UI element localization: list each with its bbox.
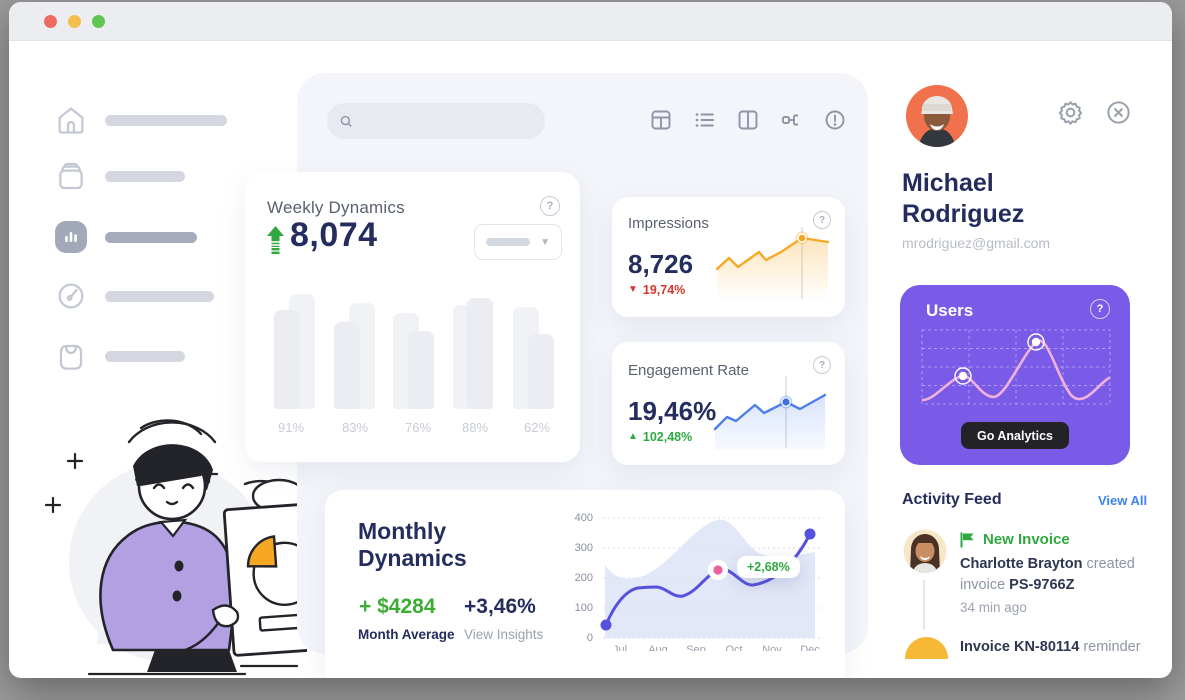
engagement-rate-card: Engagement Rate ? 19,46% ▲ 102,48%: [612, 342, 845, 465]
sidebar-item-performance[interactable]: [55, 280, 87, 317]
bar-label: 83%: [333, 420, 377, 435]
sidebar-label-placeholder: [105, 351, 185, 362]
bar-label: 62%: [515, 420, 559, 435]
weekly-bar: [467, 298, 493, 409]
search-bar[interactable]: [327, 103, 545, 139]
flag-icon: [960, 532, 975, 548]
month-average-value: + $4284: [359, 595, 436, 619]
weekly-bar: [334, 322, 360, 409]
impressions-value: 8,726: [628, 249, 693, 280]
users-chart: [921, 329, 1111, 405]
help-icon[interactable]: ?: [540, 196, 560, 216]
sidebar-label-placeholder: [105, 232, 197, 243]
impressions-card: Impressions ? 8,726 ▼ 19,74%: [612, 197, 845, 317]
bar-label: 91%: [269, 420, 313, 435]
weekly-dynamics-card: Weekly Dynamics ? 8,074 ▼ 91% 83% 76% 88…: [245, 172, 580, 462]
monthly-dynamics-title: Monthly Dynamics: [358, 518, 467, 572]
y-tick: 100: [569, 602, 593, 614]
settings-gear-icon[interactable]: [1057, 99, 1084, 126]
triangle-up-icon: ▲: [628, 432, 638, 442]
feed-connector-line: [923, 580, 925, 630]
bar-chart-icon: [62, 228, 80, 246]
chart-tooltip: +2,68%: [737, 556, 800, 578]
list-view-icon[interactable]: [693, 108, 717, 132]
y-tick: 300: [569, 542, 593, 554]
profile-name: Michael Rodriguez: [902, 168, 1024, 230]
archive-icon: [55, 160, 87, 192]
users-card-title: Users: [926, 301, 973, 321]
engagement-rate-value: 19,46%: [628, 396, 716, 427]
shopping-bag-icon: [55, 340, 87, 372]
profile-email: mrodriguez@gmail.com: [902, 235, 1050, 251]
impressions-sparkline: [712, 225, 836, 307]
weekly-bar: [274, 310, 300, 409]
go-analytics-button[interactable]: Go Analytics: [961, 422, 1069, 449]
bar-label: 88%: [453, 420, 497, 435]
feed-item-time: 34 min ago: [960, 600, 1027, 615]
weekly-bar: [408, 331, 434, 409]
sidebar-item-orders[interactable]: [55, 340, 87, 377]
impressions-delta: ▼ 19,74%: [628, 283, 685, 297]
dropdown-placeholder: [486, 238, 530, 246]
bar-label: 76%: [396, 420, 440, 435]
engagement-rate-delta: ▲ 102,48%: [628, 430, 692, 444]
engagement-sparkline: [712, 372, 836, 456]
chevron-down-icon: ▼: [540, 237, 550, 248]
feed-item-badge-row: New Invoice: [960, 531, 1070, 548]
close-circle-icon[interactable]: [1105, 99, 1132, 126]
period-dropdown[interactable]: ▼: [474, 224, 562, 260]
view-all-link[interactable]: View All: [1098, 493, 1147, 508]
view-toolbar: [649, 107, 847, 133]
month-average-label: Month Average: [358, 627, 455, 642]
search-icon: [339, 113, 354, 130]
y-tick: 400: [569, 512, 593, 524]
app-window: Weekly Dynamics ? 8,074 ▼ 91% 83% 76% 88…: [9, 2, 1172, 678]
help-icon[interactable]: ?: [1090, 299, 1110, 319]
activity-feed-title: Activity Feed: [902, 491, 1002, 509]
search-input[interactable]: [362, 113, 533, 130]
weekly-dynamics-title: Weekly Dynamics: [267, 198, 405, 218]
y-tick: 200: [569, 572, 593, 584]
x-axis-labels: Jul Aug Sep Oct Nov Dec: [605, 644, 825, 651]
feed-badge: New Invoice: [983, 531, 1070, 548]
impressions-title: Impressions: [628, 215, 709, 232]
sidebar-item-archive[interactable]: [55, 160, 87, 197]
sidebar-item-analytics[interactable]: [55, 221, 87, 253]
sidebar-item-home[interactable]: [55, 104, 87, 141]
feed-item-text: Invoice KN-80114 reminder: [960, 637, 1172, 658]
triangle-down-icon: ▼: [628, 285, 638, 295]
zoom-traffic-light[interactable]: [92, 15, 105, 28]
sidebar-label-placeholder: [105, 171, 185, 182]
weekly-dynamics-value: 8,074: [290, 216, 378, 255]
minimize-traffic-light[interactable]: [68, 15, 81, 28]
users-card: Users ? Go Analytics: [900, 285, 1130, 465]
weekly-bar: [528, 334, 554, 409]
gauge-icon: [55, 280, 87, 312]
insights-value: +3,46%: [464, 595, 536, 619]
monthly-dynamics-card: Monthly Dynamics + $4284 Month Average +…: [325, 490, 845, 678]
feed-item-text: Charlotte Brayton created invoice PS-976…: [960, 554, 1172, 596]
home-icon: [55, 104, 87, 136]
flow-view-icon[interactable]: [780, 108, 804, 132]
insights-label[interactable]: View Insights: [464, 627, 543, 642]
monthly-dynamics-chart: [595, 508, 827, 650]
table-view-icon[interactable]: [649, 108, 673, 132]
trend-up-arrow-icon: [267, 226, 284, 254]
feed-avatar: [903, 529, 947, 573]
sidebar-label-placeholder: [105, 115, 227, 126]
alerts-icon[interactable]: [823, 108, 847, 132]
close-traffic-light[interactable]: [44, 15, 57, 28]
profile-avatar[interactable]: [905, 84, 969, 148]
sidebar-label-placeholder: [105, 291, 214, 302]
feed-avatar-partial: [905, 637, 948, 659]
window-titlebar: [9, 2, 1172, 41]
y-tick: 0: [569, 632, 593, 644]
columns-view-icon[interactable]: [736, 108, 760, 132]
